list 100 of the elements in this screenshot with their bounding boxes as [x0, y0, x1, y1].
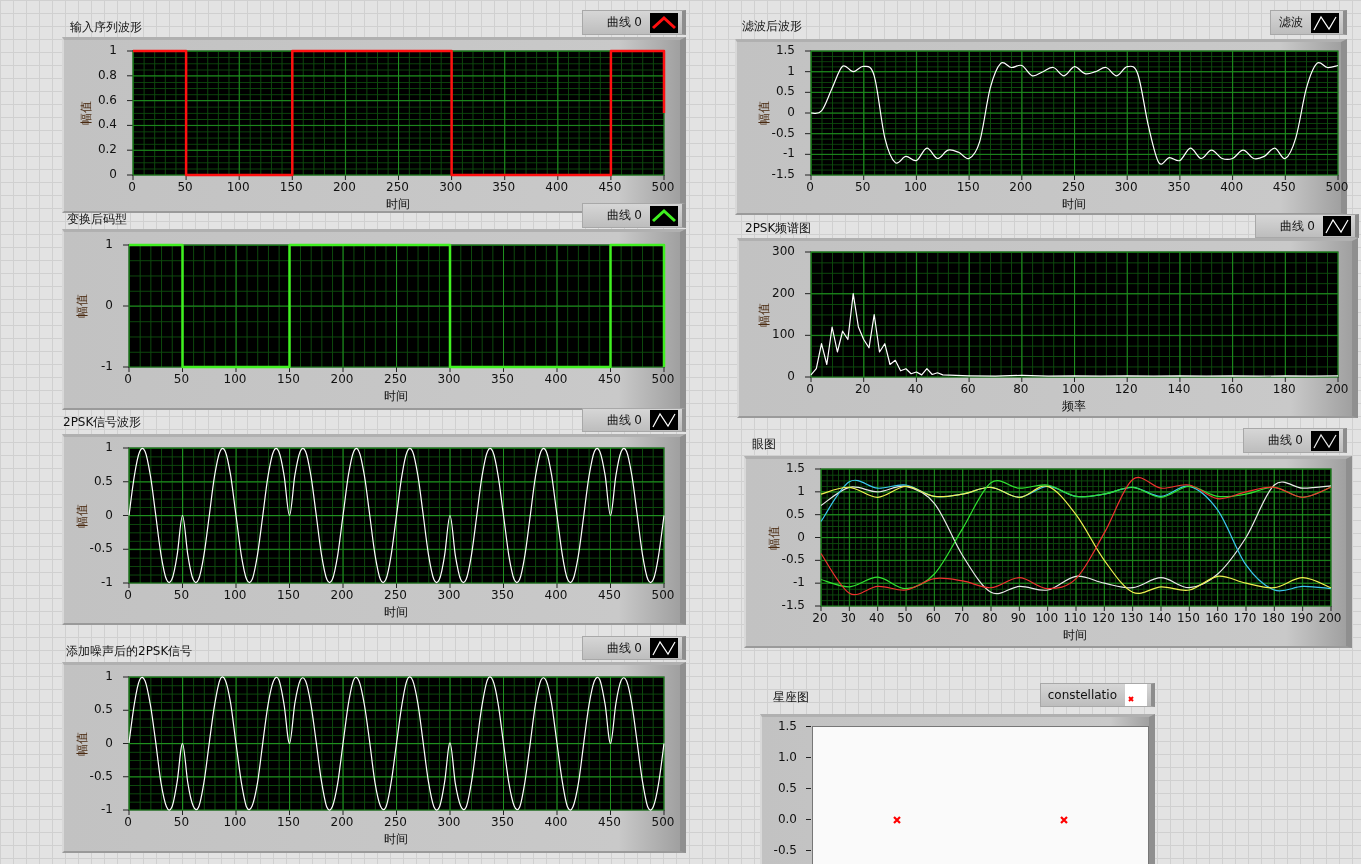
axis-title: 幅值 [755, 100, 772, 125]
graph-title: 添加噪声后的2PSK信号 [66, 643, 193, 660]
axis-title: 时间 [382, 388, 409, 405]
axis-tick-label: 0.0 [777, 811, 797, 827]
axis-tick-label: 40 [906, 382, 925, 396]
axis-tick-label: 500 [650, 180, 676, 194]
axis-tick-label: 60 [959, 382, 977, 396]
plot-legend[interactable]: 曲线 0 [1243, 428, 1347, 453]
axis-tick-label: 80 [1012, 382, 1030, 396]
axis-tick-label: 160 [1219, 382, 1245, 396]
axis-tick-label: 100 [225, 180, 251, 194]
axis-title: 幅值 [77, 100, 94, 125]
graph-title: 输入序列波形 [70, 19, 142, 36]
axis-tick-label: 500 [650, 588, 676, 602]
line-style-icon[interactable] [1311, 12, 1339, 33]
line-style-icon[interactable] [650, 205, 678, 226]
legend-label: 滤波 [1279, 14, 1303, 31]
axis-tick-label: 0 [787, 368, 795, 384]
line-style-icon[interactable] [650, 638, 678, 658]
plot-legend[interactable]: 滤波 [1270, 10, 1347, 35]
line-style-icon[interactable] [650, 12, 678, 33]
axis-tick-label: 300 [438, 180, 464, 194]
axis-tick-label: -0.5 [773, 842, 797, 858]
axis-tick-label: 350 [1166, 180, 1192, 194]
axis-tick-label: 200 [1324, 382, 1350, 396]
axis-tick-label: 20 [854, 382, 872, 396]
axis-tick-label: -0.5 [781, 551, 805, 568]
axis-tick-label: 200 [329, 372, 355, 386]
axis-tick-label: 250 [383, 815, 408, 829]
axis-tick-label: 50 [896, 611, 914, 625]
legend-label: 曲线 0 [1267, 432, 1303, 449]
axis-tick-label: 150 [276, 372, 301, 386]
axis-tick-label: 150 [1175, 611, 1201, 625]
axis-tick-label: 0 [105, 297, 113, 313]
plot-legend[interactable]: 曲线 0 [582, 203, 686, 228]
legend-label: 曲线 0 [1279, 217, 1315, 235]
axis-tick-label: 500 [1324, 180, 1350, 194]
plot-legend[interactable]: 曲线 0 [582, 636, 686, 660]
axis-tick-label: 200 [772, 284, 795, 301]
axis-tick-label: 0.5 [777, 780, 797, 796]
axis-tick-label: 350 [490, 588, 515, 602]
axis-tick-label: 450 [597, 588, 622, 602]
axis-title: 时间 [1060, 196, 1087, 213]
axis-tick-label: 50 [176, 180, 194, 194]
axis-tick-label: 200 [329, 588, 355, 602]
axis-tick-label: 160 [1204, 611, 1230, 625]
graph-title: 变换后码型 [67, 211, 127, 228]
axis-tick-label: -1 [101, 574, 113, 590]
axis-title: 时间 [1062, 627, 1088, 644]
line-style-icon[interactable] [1323, 216, 1351, 236]
axis-title: 时间 [382, 831, 409, 848]
axis-tick-label: 100 [222, 815, 248, 829]
axis-tick-label: 100 [222, 372, 248, 386]
axis-tick-label: 0 [109, 166, 117, 182]
axis-tick-label: 70 [953, 611, 971, 625]
line-style-icon[interactable] [650, 410, 678, 430]
graph-title: 2PSK频谱图 [745, 220, 812, 237]
axis-tick-label: 0.5 [93, 701, 113, 718]
axis-tick-label: 250 [1061, 180, 1086, 194]
axis-tick-label: 0 [127, 180, 137, 194]
axis-title: 频率 [1060, 398, 1087, 415]
axis-tick-label: 0.2 [97, 141, 117, 158]
axis-tick-label: 100 [772, 326, 795, 343]
axis-tick-label: 0 [105, 734, 113, 751]
axis-title: 时间 [382, 604, 409, 621]
axis-tick-label: -1 [101, 801, 113, 817]
axis-tick-label: 250 [383, 588, 408, 602]
axis-tick-label: 400 [543, 815, 569, 829]
plot-legend[interactable]: 曲线 0 [582, 10, 686, 35]
axis-tick-label: 110 [1062, 611, 1088, 625]
axis-tick-label: 1.5 [775, 42, 795, 58]
axis-tick-label: 50 [172, 372, 191, 386]
data-point [892, 816, 901, 824]
axis-tick-label: 1 [797, 482, 805, 499]
plot-legend[interactable]: constellatio [1040, 683, 1155, 707]
axis-tick-label: 300 [436, 372, 462, 386]
plot-legend[interactable]: 曲线 0 [582, 408, 686, 432]
axis-tick-label: 130 [1119, 611, 1145, 625]
axis-tick-label: 120 [1113, 382, 1139, 396]
axis-tick-label: 250 [383, 372, 408, 386]
axis-tick-label: 350 [490, 815, 515, 829]
axis-tick-label: 250 [385, 180, 410, 194]
line-style-icon[interactable] [1311, 430, 1339, 451]
axis-tick-label: 450 [1271, 180, 1297, 194]
point-style-icon[interactable] [1125, 684, 1147, 706]
axis-tick-label: 140 [1147, 611, 1173, 625]
axis-tick-label: 500 [650, 815, 676, 829]
axis-tick-label: -1 [793, 574, 805, 591]
axis-tick-label: 0 [787, 104, 795, 120]
axis-tick-label: 450 [597, 815, 622, 829]
plot-legend[interactable]: 曲线 0 [1255, 214, 1359, 238]
graph-title: 眼图 [752, 436, 776, 453]
axis-tick-label: -0.5 [771, 124, 795, 141]
axis-tick-label: 0 [123, 815, 133, 829]
legend-label: 曲线 0 [606, 14, 642, 31]
axis-tick-label: 40 [868, 611, 886, 625]
legend-label: 曲线 0 [606, 411, 642, 429]
axis-tick-label: 0.5 [785, 505, 805, 522]
axis-tick-label: 0 [805, 180, 815, 194]
axis-tick-label: 200 [1008, 180, 1034, 194]
